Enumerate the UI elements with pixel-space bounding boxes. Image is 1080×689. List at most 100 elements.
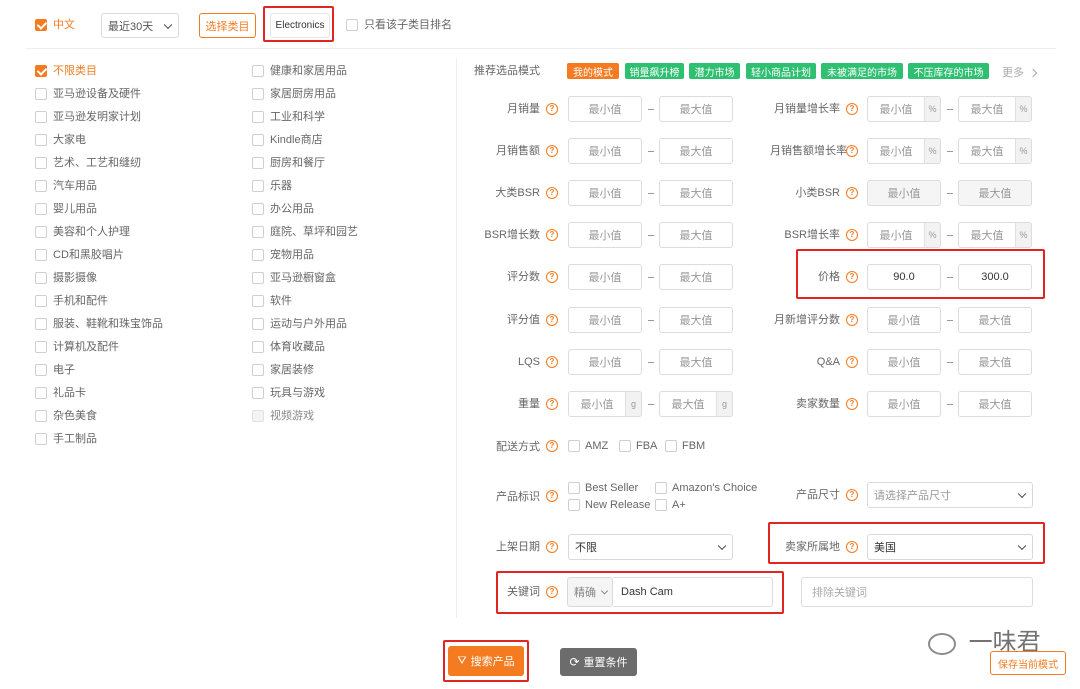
- price-max-input[interactable]: 300.0: [958, 264, 1032, 290]
- category-left-checkbox[interactable]: [35, 364, 47, 376]
- category-right-checkbox[interactable]: [252, 318, 264, 330]
- lqs-max-input[interactable]: 最大值: [659, 349, 733, 375]
- monthly-new-reviews-min-input[interactable]: 最小值: [867, 307, 941, 333]
- help-icon[interactable]: ?: [546, 440, 558, 452]
- bsr-growth-count-min-input[interactable]: 最小值: [568, 222, 642, 248]
- help-icon[interactable]: ?: [546, 229, 558, 241]
- select-category-button[interactable]: 选择类目: [199, 13, 256, 38]
- mode-tag[interactable]: 我的模式: [567, 63, 619, 79]
- ship-fbm-checkbox[interactable]: [665, 440, 677, 452]
- bsr-growth-count-max-input[interactable]: 最大值: [659, 222, 733, 248]
- help-icon[interactable]: ?: [546, 187, 558, 199]
- weight-max-input[interactable]: 最大值 g: [659, 391, 733, 417]
- category-right-checkbox[interactable]: [252, 65, 264, 77]
- category-left-checkbox[interactable]: [35, 88, 47, 100]
- mode-tag[interactable]: 潜力市场: [689, 63, 740, 79]
- help-icon[interactable]: ?: [846, 489, 858, 501]
- category-right-checkbox[interactable]: [252, 364, 264, 376]
- help-icon[interactable]: ?: [846, 229, 858, 241]
- keyword-mode-select[interactable]: 精确: [567, 577, 613, 607]
- category-left-checkbox[interactable]: [35, 387, 47, 399]
- category-right-checkbox[interactable]: [252, 203, 264, 215]
- category-left-checkbox[interactable]: [35, 134, 47, 146]
- help-icon[interactable]: ?: [546, 541, 558, 553]
- badge-best-seller-checkbox[interactable]: [568, 482, 580, 494]
- rating-min-input[interactable]: 最小值: [568, 307, 642, 333]
- big-bsr-min-input[interactable]: 最小值: [568, 180, 642, 206]
- category-left-checkbox[interactable]: [35, 272, 47, 284]
- help-icon[interactable]: ?: [846, 398, 858, 410]
- category-left-checkbox[interactable]: [35, 341, 47, 353]
- product-size-select[interactable]: 请选择产品尺寸: [867, 482, 1033, 508]
- monthly-revenue-min-input[interactable]: 最小值: [568, 138, 642, 164]
- ship-amz-checkbox[interactable]: [568, 440, 580, 452]
- save-mode-button[interactable]: 保存当前模式: [990, 651, 1066, 675]
- bsr-growth-rate-min-input[interactable]: 最小值%: [867, 222, 941, 248]
- category-left-checkbox[interactable]: [35, 410, 47, 422]
- weight-min-input[interactable]: 最小值 g: [568, 391, 642, 417]
- category-right-checkbox[interactable]: [252, 272, 264, 284]
- category-left-checkbox[interactable]: [35, 180, 47, 192]
- small-bsr-min-input[interactable]: 最小值: [867, 180, 941, 206]
- seller-count-min-input[interactable]: 最小值: [867, 391, 941, 417]
- category-left-checkbox[interactable]: [35, 318, 47, 330]
- more-link[interactable]: 更多: [1002, 64, 1038, 80]
- category-left-checkbox[interactable]: [35, 226, 47, 238]
- help-icon[interactable]: ?: [846, 314, 858, 326]
- qa-min-input[interactable]: 最小值: [867, 349, 941, 375]
- category-right-checkbox[interactable]: [252, 387, 264, 399]
- review-count-min-input[interactable]: 最小值: [568, 264, 642, 290]
- monthly-sales-min-input[interactable]: 最小值: [568, 96, 642, 122]
- help-icon[interactable]: ?: [546, 271, 558, 283]
- help-icon[interactable]: ?: [546, 145, 558, 157]
- mode-tag[interactable]: 轻小商品计划: [746, 63, 816, 79]
- category-right-checkbox[interactable]: [252, 88, 264, 100]
- qa-max-input[interactable]: 最大值: [958, 349, 1032, 375]
- category-left-checkbox[interactable]: [35, 65, 47, 77]
- only-sub-rank-checkbox[interactable]: [346, 19, 358, 31]
- help-icon[interactable]: ?: [546, 490, 558, 502]
- mode-tag[interactable]: 不压库存的市场: [908, 63, 989, 79]
- reset-button[interactable]: ⟳ 重置条件: [560, 648, 637, 676]
- help-icon[interactable]: ?: [846, 271, 858, 283]
- category-right-checkbox[interactable]: [252, 111, 264, 123]
- monthly-revenue-growth-min-input[interactable]: 最小值%: [867, 138, 941, 164]
- help-icon[interactable]: ?: [546, 398, 558, 410]
- listing-date-select[interactable]: 不限: [568, 534, 733, 560]
- bsr-growth-rate-max-input[interactable]: 最大值%: [958, 222, 1032, 248]
- big-bsr-max-input[interactable]: 最大值: [659, 180, 733, 206]
- monthly-sales-growth-max-input[interactable]: 最大值%: [958, 96, 1032, 122]
- category-right-checkbox[interactable]: [252, 410, 264, 422]
- small-bsr-max-input[interactable]: 最大值: [958, 180, 1032, 206]
- category-right-checkbox[interactable]: [252, 180, 264, 192]
- category-right-checkbox[interactable]: [252, 157, 264, 169]
- help-icon[interactable]: ?: [546, 314, 558, 326]
- category-left-checkbox[interactable]: [35, 295, 47, 307]
- category-left-checkbox[interactable]: [35, 157, 47, 169]
- seller-location-select[interactable]: 美国: [867, 534, 1033, 560]
- help-icon[interactable]: ?: [546, 356, 558, 368]
- badge-aplus-checkbox[interactable]: [655, 499, 667, 511]
- category-left-checkbox[interactable]: [35, 203, 47, 215]
- date-range-select[interactable]: 最近30天: [101, 13, 179, 38]
- help-icon[interactable]: ?: [846, 187, 858, 199]
- category-left-checkbox[interactable]: [35, 249, 47, 261]
- category-left-checkbox[interactable]: [35, 111, 47, 123]
- seller-count-max-input[interactable]: 最大值: [958, 391, 1032, 417]
- monthly-sales-max-input[interactable]: 最大值: [659, 96, 733, 122]
- mode-tag[interactable]: 未被满足的市场: [821, 63, 903, 79]
- monthly-sales-growth-min-input[interactable]: 最小值%: [867, 96, 941, 122]
- search-button[interactable]: ⛛ 搜索产品: [448, 646, 524, 676]
- mode-tag[interactable]: 销量飙升榜: [625, 63, 684, 79]
- chinese-checkbox[interactable]: [35, 19, 47, 31]
- category-right-checkbox[interactable]: [252, 226, 264, 238]
- ship-fba-checkbox[interactable]: [619, 440, 631, 452]
- category-right-checkbox[interactable]: [252, 341, 264, 353]
- review-count-max-input[interactable]: 最大值: [659, 264, 733, 290]
- badge-amazons-choice-checkbox[interactable]: [655, 482, 667, 494]
- help-icon[interactable]: ?: [546, 586, 558, 598]
- help-icon[interactable]: ?: [846, 356, 858, 368]
- lqs-min-input[interactable]: 最小值: [568, 349, 642, 375]
- help-icon[interactable]: ?: [546, 103, 558, 115]
- monthly-revenue-max-input[interactable]: 最大值: [659, 138, 733, 164]
